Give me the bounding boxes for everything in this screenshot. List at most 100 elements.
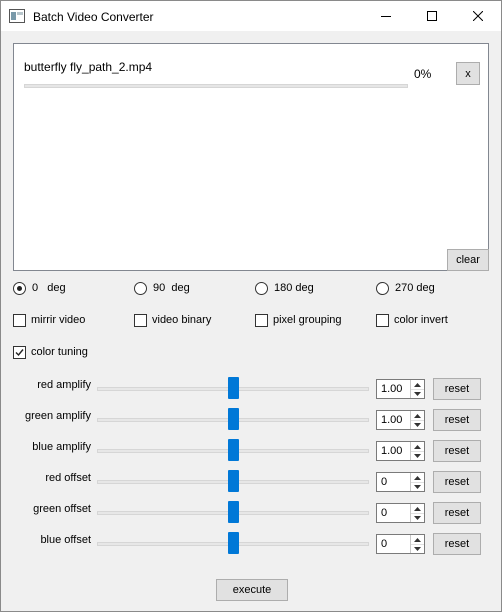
slider-label: blue amplify (32, 441, 91, 453)
spinbox-buttons (410, 473, 424, 491)
maximize-icon (427, 11, 437, 21)
slider-row-red-offset: red offset 0 reset (1, 470, 501, 494)
option-label: mirrir video (31, 314, 86, 326)
slider-row-green-amplify: green amplify 1.00 reset (1, 408, 501, 432)
arrow-up-icon (414, 537, 421, 542)
rotation-option-270[interactable]: 270 deg (376, 280, 435, 296)
rotation-option-label: 180 deg (274, 282, 314, 294)
reset-button[interactable]: reset (433, 502, 481, 524)
color-tuning-row: color tuning (13, 344, 493, 360)
effect-options: mirrir video video binary pixel grouping… (13, 312, 493, 328)
option-label: color invert (394, 314, 448, 326)
slider-handle[interactable] (228, 532, 239, 554)
reset-button[interactable]: reset (433, 533, 481, 555)
reset-button[interactable]: reset (433, 471, 481, 493)
spinbox-value[interactable]: 0 (381, 507, 387, 519)
rotation-option-label: 270 deg (395, 282, 435, 294)
reset-button[interactable]: reset (433, 409, 481, 431)
file-list[interactable]: butterfly fly_path_2.mp4 0% x clear (13, 43, 489, 271)
reset-button[interactable]: reset (433, 378, 481, 400)
reset-button[interactable]: reset (433, 440, 481, 462)
option-label: pixel grouping (273, 314, 342, 326)
value-spinbox[interactable]: 0 (376, 534, 425, 554)
spinbox-value[interactable]: 1.00 (381, 383, 402, 395)
rotation-options: 0 deg 90 deg 180 deg 270 deg (13, 280, 493, 296)
slider-label: red amplify (37, 379, 91, 391)
slider-row-red-amplify: red amplify 1.00 reset (1, 377, 501, 401)
spinbox-buttons (410, 411, 424, 429)
rotation-option-180[interactable]: 180 deg (255, 280, 314, 296)
close-icon (473, 11, 483, 21)
arrow-up-icon (414, 506, 421, 511)
slider-handle[interactable] (228, 470, 239, 492)
slider-handle[interactable] (228, 439, 239, 461)
radio-button[interactable] (13, 281, 26, 295)
file-progress-bar (24, 84, 408, 88)
pixel-grouping-option[interactable]: pixel grouping (255, 312, 342, 328)
slider-handle[interactable] (228, 501, 239, 523)
spinbox-buttons (410, 504, 424, 522)
file-progress-percent: 0% (414, 67, 432, 81)
arrow-down-icon (414, 391, 421, 396)
minimize-button[interactable] (363, 1, 409, 31)
checkbox[interactable] (255, 313, 268, 327)
arrow-up-icon (414, 444, 421, 449)
spin-down-button[interactable] (411, 544, 424, 553)
value-spinbox[interactable]: 1.00 (376, 410, 425, 430)
radio-button[interactable] (255, 281, 268, 295)
slider-label: green offset (33, 503, 91, 515)
rotation-option-0[interactable]: 0 deg (13, 280, 66, 296)
slider-row-blue-amplify: blue amplify 1.00 reset (1, 439, 501, 463)
spin-down-button[interactable] (411, 513, 424, 522)
slider-row-blue-offset: blue offset 0 reset (1, 532, 501, 556)
spin-down-button[interactable] (411, 389, 424, 398)
checkbox[interactable] (376, 313, 389, 327)
spinbox-value[interactable]: 0 (381, 538, 387, 550)
color-invert-option[interactable]: color invert (376, 312, 448, 328)
title-bar: Batch Video Converter (1, 1, 501, 31)
spin-down-button[interactable] (411, 482, 424, 491)
checkbox[interactable] (13, 313, 26, 327)
checkbox[interactable] (13, 345, 26, 359)
execute-button[interactable]: execute (216, 579, 288, 601)
close-button[interactable] (455, 1, 501, 31)
arrow-up-icon (414, 413, 421, 418)
spinbox-value[interactable]: 0 (381, 476, 387, 488)
remove-file-button[interactable]: x (456, 62, 480, 85)
mirror-video-option[interactable]: mirrir video (13, 312, 85, 328)
app-window: Batch Video Converter butterfly fly_path… (0, 0, 502, 612)
checkbox[interactable] (134, 313, 147, 327)
option-label: video binary (152, 314, 212, 326)
value-spinbox[interactable]: 0 (376, 472, 425, 492)
value-spinbox[interactable]: 1.00 (376, 441, 425, 461)
maximize-button[interactable] (409, 1, 455, 31)
value-spinbox[interactable]: 1.00 (376, 379, 425, 399)
slider-handle[interactable] (228, 408, 239, 430)
slider-row-green-offset: green offset 0 reset (1, 501, 501, 525)
arrow-down-icon (414, 546, 421, 551)
window-title: Batch Video Converter (33, 10, 154, 24)
value-spinbox[interactable]: 0 (376, 503, 425, 523)
slider-label: blue offset (40, 534, 91, 546)
rotation-option-label: 0 deg (32, 282, 66, 294)
arrow-down-icon (414, 515, 421, 520)
slider-label: green amplify (24, 410, 91, 422)
slider-handle[interactable] (228, 377, 239, 399)
arrow-down-icon (414, 484, 421, 489)
option-label: color tuning (31, 346, 88, 358)
spinbox-buttons (410, 380, 424, 398)
spinbox-value[interactable]: 1.00 (381, 414, 402, 426)
spin-down-button[interactable] (411, 451, 424, 460)
arrow-down-icon (414, 422, 421, 427)
clear-button[interactable]: clear (447, 249, 489, 271)
color-tuning-option[interactable]: color tuning (13, 344, 88, 360)
video-binary-option[interactable]: video binary (134, 312, 211, 328)
radio-button[interactable] (134, 281, 147, 295)
spinbox-buttons (410, 442, 424, 460)
rotation-option-90[interactable]: 90 deg (134, 280, 190, 296)
spinbox-value[interactable]: 1.00 (381, 445, 402, 457)
spin-down-button[interactable] (411, 420, 424, 429)
file-name: butterfly fly_path_2.mp4 (24, 60, 153, 74)
radio-button[interactable] (376, 281, 389, 295)
slider-label: red offset (45, 472, 91, 484)
